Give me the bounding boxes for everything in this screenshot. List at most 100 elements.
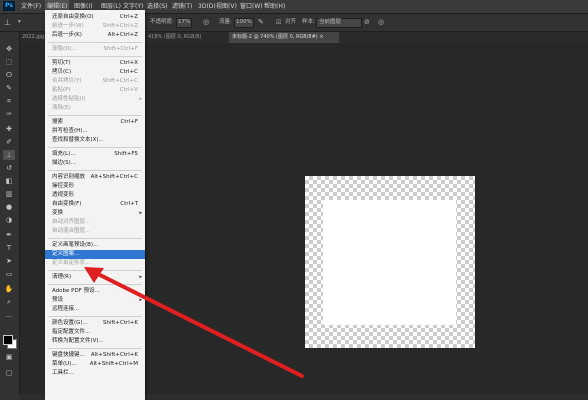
zoom-tool-icon[interactable]: ⌕: [3, 297, 15, 307]
menu-item-label: 填充(L)...: [52, 151, 76, 157]
edit-menu-item[interactable]: 颜色设置(G)... Shift+Ctrl+K: [45, 319, 145, 328]
menu-item-label: 定义图案...: [52, 251, 80, 257]
menu-item-shortcut: Alt+Ctrl+Z: [107, 32, 138, 38]
edit-menu-item[interactable]: 还原自由变换(O) Ctrl+Z: [45, 13, 145, 22]
crop-tool-icon[interactable]: ⌗: [3, 96, 15, 106]
submenu-arrow-icon: ▸: [139, 297, 142, 303]
edit-menu-item[interactable]: 变换 ▸: [45, 209, 145, 218]
more-tools-icon[interactable]: …: [3, 310, 15, 320]
align-checkbox[interactable]: ☑: [276, 14, 281, 31]
stamp-tool-preset-icon[interactable]: ⊥: [4, 14, 11, 31]
tab-document-active[interactable]: 未标题-2 @ 740% (图层 0, RGB/8#) ×: [229, 32, 339, 43]
edit-menu-item[interactable]: 预设 ▸: [45, 296, 145, 305]
marquee-tool-icon[interactable]: ⬚: [3, 57, 15, 67]
quick-mask-icon[interactable]: ▣: [3, 352, 15, 362]
edit-menu-item[interactable]: 合并拷贝(Y) Shift+Ctrl+C: [45, 77, 145, 86]
move-tool-icon[interactable]: ✥: [3, 44, 15, 54]
edit-menu-item[interactable]: 拼写检查(H)...: [45, 127, 145, 136]
menu-item-10[interactable]: 帮助(H): [262, 0, 287, 13]
type-tool-icon[interactable]: T: [3, 243, 15, 253]
edit-menu-item[interactable]: 操控变形: [45, 182, 145, 191]
edit-menu-item[interactable]: Adobe PDF 预设...: [45, 287, 145, 296]
preset-dropdown-icon[interactable]: ▾: [18, 14, 21, 31]
menu-item-0[interactable]: 文件(F): [19, 0, 43, 13]
edit-menu-item[interactable]: 填充(L)... Shift+F5: [45, 150, 145, 159]
edit-menu-item[interactable]: 定义画笔预设(B)...: [45, 241, 145, 250]
healing-brush-tool-icon[interactable]: ✚: [3, 124, 15, 134]
dodge-tool-icon[interactable]: ◑: [3, 215, 15, 225]
menu-item-8[interactable]: 视图(V): [214, 0, 239, 13]
menu-item-label: 操控变形: [52, 183, 75, 189]
menu-item-shortcut: Shift+Ctrl+F: [103, 46, 138, 52]
edit-menu-item[interactable]: 自动混合图层...: [45, 227, 145, 236]
edit-menu-item[interactable]: 指定配置文件...: [45, 328, 145, 337]
brush-tool-icon[interactable]: ✐: [3, 137, 15, 147]
edit-menu-item[interactable]: 拷贝(C) Ctrl+C: [45, 68, 145, 77]
pressure-opacity-icon[interactable]: ◎: [203, 14, 209, 31]
menu-item-label: 自动对齐图层...: [52, 219, 91, 225]
edit-menu-item[interactable]: 剪切(T) Ctrl+X: [45, 59, 145, 68]
menu-item-shortcut: Ctrl+F: [120, 119, 138, 125]
submenu-arrow-icon: ▸: [139, 274, 142, 280]
edit-menu-item[interactable]: 粘贴(P) Ctrl+V: [45, 86, 145, 95]
edit-menu-item[interactable]: 远程连接...: [45, 305, 145, 314]
edit-menu-item[interactable]: 后退一步(K) Alt+Ctrl+Z: [45, 31, 145, 40]
edit-menu-item[interactable]: 搜索 Ctrl+F: [45, 118, 145, 127]
edit-menu-item[interactable]: 内容识别缩放 Alt+Shift+Ctrl+C: [45, 173, 145, 182]
submenu-arrow-icon: ▸: [139, 96, 142, 102]
menu-item-label: 拼写检查(H)...: [52, 128, 88, 134]
foreground-color-swatch[interactable]: [3, 335, 13, 345]
clone-stamp-tool-icon[interactable]: ⊥: [3, 150, 15, 160]
edit-menu-item[interactable]: 选择性粘贴(I) ▸: [45, 95, 145, 104]
edit-menu-item[interactable]: 描边(S)...: [45, 159, 145, 168]
pen-tool-icon[interactable]: ✒: [3, 230, 15, 240]
edit-menu-item[interactable]: 工具栏...: [45, 369, 145, 378]
rectangle-tool-icon[interactable]: ▭: [3, 269, 15, 279]
edit-menu-item[interactable]: 查找和替换文本(X)...: [45, 136, 145, 145]
quick-select-tool-icon[interactable]: ✎: [3, 83, 15, 93]
blur-tool-icon[interactable]: ●: [3, 202, 15, 212]
path-select-tool-icon[interactable]: ➤: [3, 256, 15, 266]
menu-item-label: 定义自定形状...: [52, 260, 91, 266]
edit-menu-item[interactable]: 自动对齐图层...: [45, 218, 145, 227]
flow-value: 100%: [236, 19, 252, 25]
menu-separator: [48, 316, 142, 317]
menu-item-9[interactable]: 窗口(W): [238, 0, 265, 13]
edit-menu-item[interactable]: 自由变换(F) Ctrl+T: [45, 200, 145, 209]
menu-separator: [48, 42, 142, 43]
pressure-size-icon[interactable]: ◎: [378, 14, 384, 31]
edit-menu-item[interactable]: 透视变形: [45, 191, 145, 200]
menu-item-5[interactable]: 选择(S): [145, 0, 170, 13]
edit-menu-item[interactable]: 键盘快捷键... Alt+Shift+Ctrl+K: [45, 351, 145, 360]
menu-item-label: 指定配置文件...: [52, 329, 91, 335]
menu-item-6[interactable]: 滤镜(T): [170, 0, 194, 13]
menu-item-label: 远程连接...: [52, 306, 80, 312]
edit-menu-item[interactable]: 清理(R) ▸: [45, 273, 145, 282]
menu-item-label: 粘贴(P): [52, 87, 71, 93]
menu-item-label: 搜索: [52, 119, 64, 125]
menu-item-shortcut: Shift+Ctrl+C: [102, 78, 138, 84]
menu-item-label: 键盘快捷键...: [52, 352, 85, 358]
ignore-adjustment-icon[interactable]: ⊘: [364, 14, 370, 31]
menu-item-label: 菜单(U)...: [52, 361, 77, 367]
hand-tool-icon[interactable]: ✋: [3, 284, 15, 294]
eraser-tool-icon[interactable]: ◧: [3, 176, 15, 186]
eyedropper-tool-icon[interactable]: ✑: [3, 109, 15, 119]
menu-item-shortcut: Ctrl+T: [120, 201, 138, 207]
tab-document-2[interactable]: 418% (图层 0, RGB/8): [145, 32, 229, 43]
gradient-tool-icon[interactable]: ▥: [3, 189, 15, 199]
edit-menu-item[interactable]: 清除(E): [45, 104, 145, 113]
airbrush-icon[interactable]: ✎: [258, 14, 264, 31]
edit-menu-item[interactable]: 前进一步(W) Shift+Ctrl+Z: [45, 22, 145, 31]
edit-menu-item[interactable]: 定义自定形状...: [45, 259, 145, 268]
edit-menu-item[interactable]: 渐隐(D)... Shift+Ctrl+F: [45, 45, 145, 54]
edit-menu-item[interactable]: 定义图案...: [45, 250, 145, 259]
screen-mode-icon[interactable]: ▢: [3, 368, 15, 378]
edit-menu-item[interactable]: 转换为配置文件(V)...: [45, 337, 145, 346]
menu-item-label: 渐隐(D)...: [52, 46, 77, 52]
history-brush-tool-icon[interactable]: ↺: [3, 163, 15, 173]
lasso-tool-icon[interactable]: ⵔ: [3, 70, 15, 80]
menu-separator: [48, 147, 142, 148]
edit-menu-item[interactable]: 菜单(U)... Alt+Shift+Ctrl+M: [45, 360, 145, 369]
menu-item-label: 透视变形: [52, 192, 75, 198]
